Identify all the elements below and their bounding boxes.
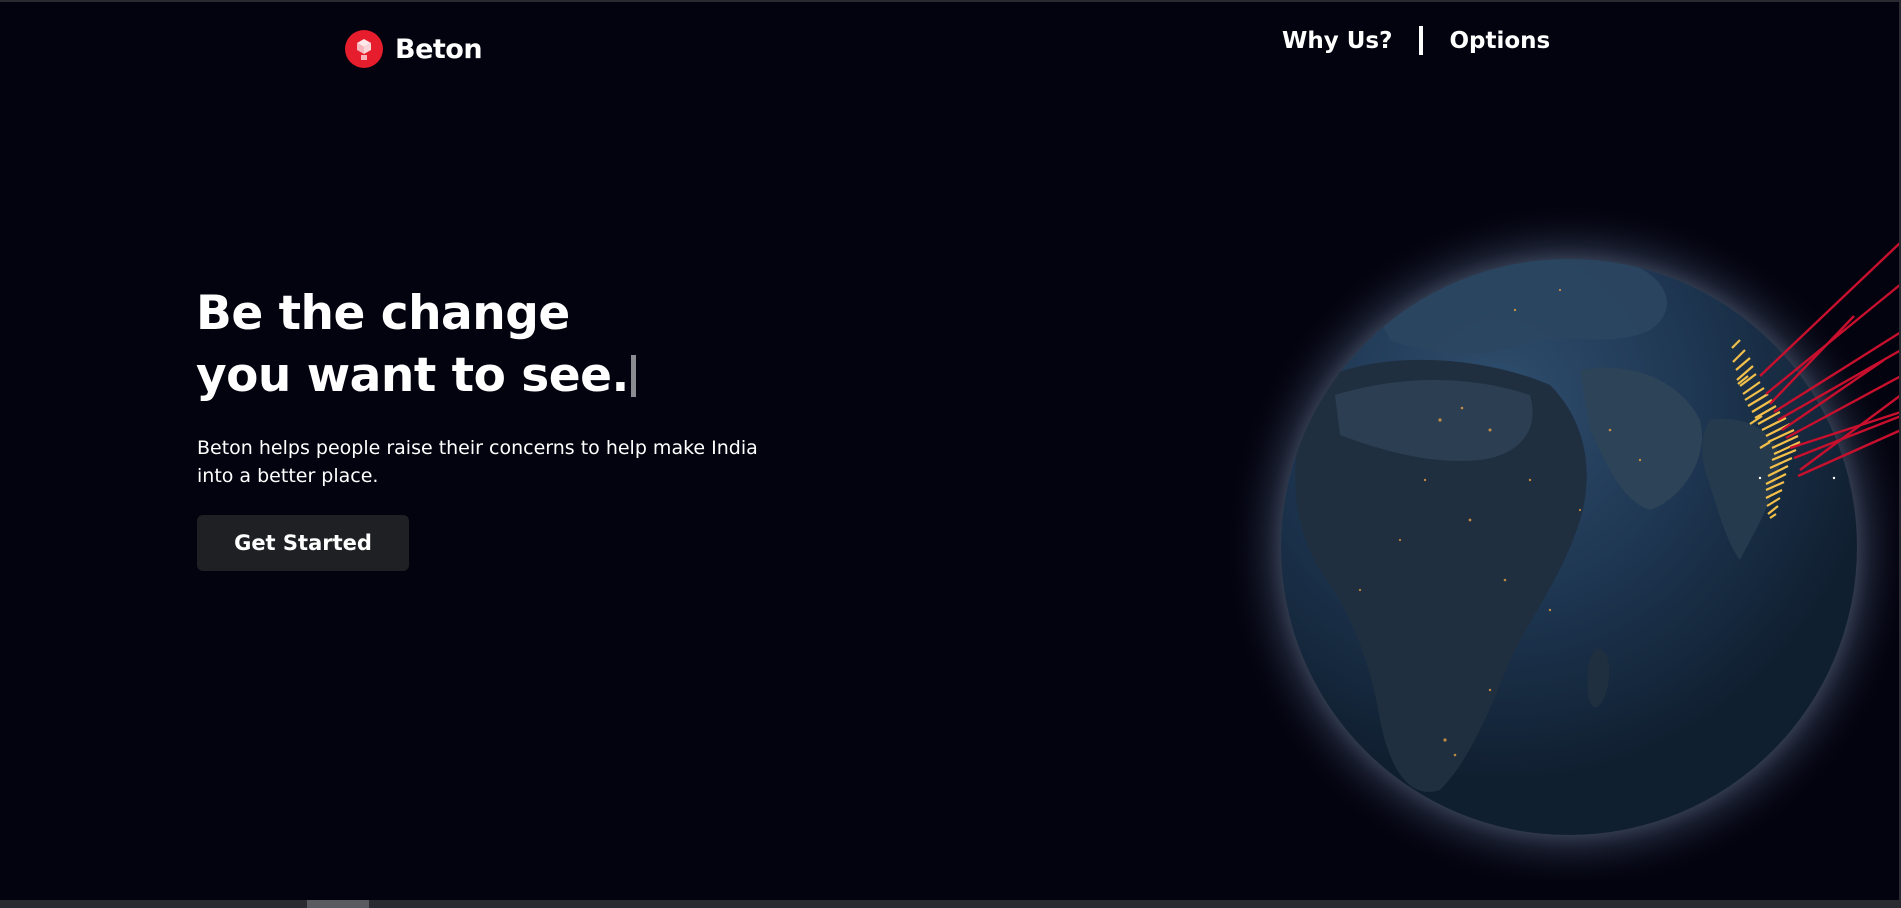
window-top-border xyxy=(0,0,1901,2)
globe-visualization[interactable] xyxy=(1200,180,1901,892)
get-started-button[interactable]: Get Started xyxy=(197,515,409,571)
typing-caret xyxy=(630,355,636,397)
hero-title-line-2-text: you want to see. xyxy=(196,348,629,403)
brand-name: Beton xyxy=(395,33,483,65)
beton-logo-icon xyxy=(345,30,383,68)
hero-title: Be the change you want to see. xyxy=(196,283,636,407)
hero-title-line-1: Be the change xyxy=(196,286,570,341)
hero-title-line-2: you want to see. xyxy=(196,345,636,407)
horizontal-scrollbar-thumb[interactable] xyxy=(307,900,369,908)
horizontal-scrollbar[interactable] xyxy=(0,900,1901,908)
nav-divider xyxy=(1419,26,1424,55)
globe-svg xyxy=(1224,202,1901,892)
nav-link-why-us[interactable]: Why Us? xyxy=(1282,28,1392,54)
brand-logo[interactable]: Beton xyxy=(345,30,483,68)
hero-subtitle: Beton helps people raise their concerns … xyxy=(197,434,797,490)
page: Beton Why Us? Options Be the change you … xyxy=(0,0,1901,908)
hero-subtitle-line-1: Beton helps people raise their concerns … xyxy=(197,437,758,459)
top-nav: Why Us? Options xyxy=(1282,26,1550,55)
nav-link-options[interactable]: Options xyxy=(1449,28,1550,54)
hero-subtitle-line-2: into a better place. xyxy=(197,465,379,487)
